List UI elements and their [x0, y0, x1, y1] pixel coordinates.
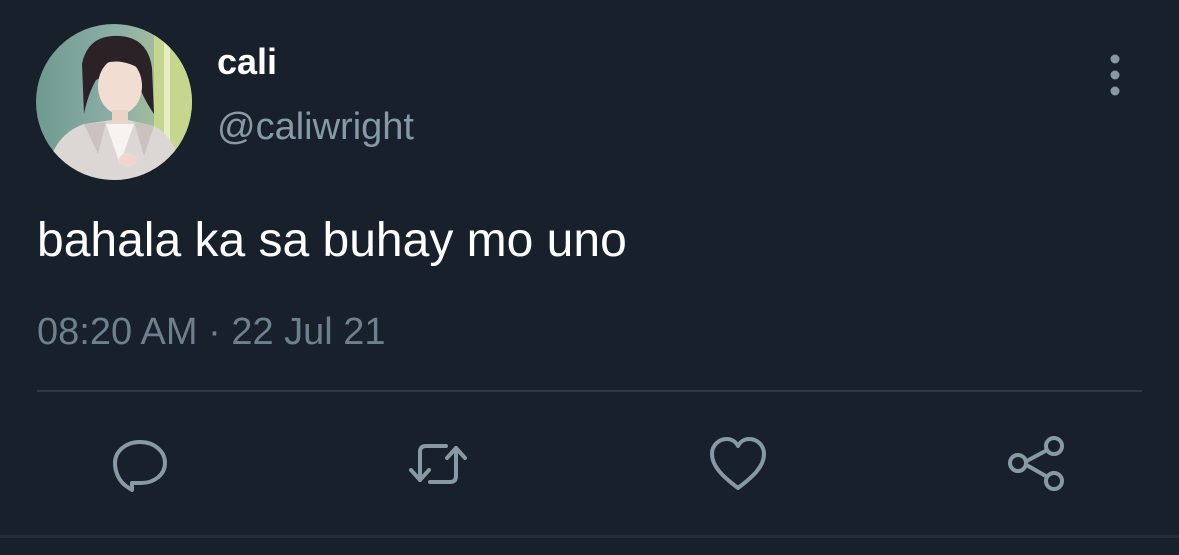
retweet-button[interactable] [408, 434, 468, 494]
tweet-card: cali @caliwright bahala ka sa buhay mo u… [0, 0, 1179, 555]
display-name[interactable]: cali [217, 40, 277, 84]
tweet-timestamp[interactable]: 08:20 AM · 22 Jul 21 [37, 309, 386, 355]
like-button[interactable] [708, 434, 768, 494]
reply-icon [113, 440, 167, 492]
heart-icon [710, 437, 766, 490]
more-vertical-icon [1110, 54, 1120, 96]
avatar[interactable] [36, 24, 192, 180]
tweet-text: bahala ka sa buhay mo uno [37, 214, 627, 267]
share-button[interactable] [1006, 434, 1066, 494]
user-handle[interactable]: @caliwright [217, 104, 414, 150]
avatar-image [36, 24, 192, 180]
share-icon [1008, 436, 1064, 491]
bottom-divider [0, 535, 1179, 538]
reply-button[interactable] [110, 434, 170, 494]
more-options-button[interactable] [1096, 52, 1134, 98]
retweet-icon [409, 444, 467, 484]
divider [37, 390, 1142, 392]
